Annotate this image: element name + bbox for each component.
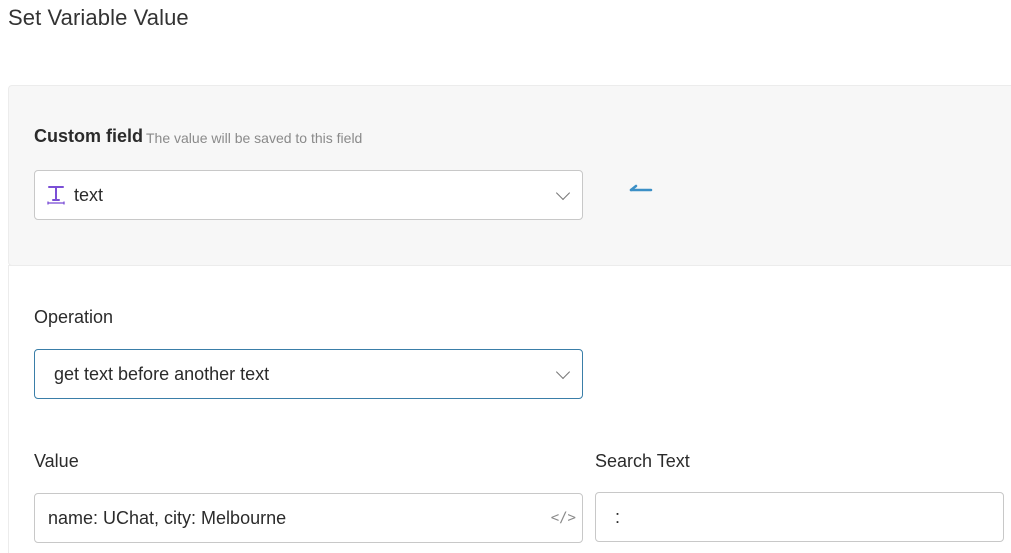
value-input-text: name: UChat, city: Melbourne <box>48 507 287 528</box>
value-label: Value <box>34 451 79 471</box>
custom-field-hint: The value will be saved to this field <box>146 130 363 146</box>
text-type-icon <box>47 185 65 205</box>
operation-selected: get text before another text <box>54 363 270 384</box>
custom-field-label: Custom field <box>34 126 144 146</box>
chevron-down-icon <box>555 185 571 201</box>
search-text-input[interactable]: : <box>595 492 1004 542</box>
value-input[interactable]: name: UChat, city: Melbourne </> <box>34 493 583 543</box>
custom-field-selected: text <box>74 184 104 205</box>
page: Set Variable Value Custom field The valu… <box>0 0 1011 553</box>
custom-field-select[interactable]: text <box>34 170 583 220</box>
arrow-left-icon <box>628 181 653 197</box>
code-icon[interactable]: </> <box>551 510 576 526</box>
chevron-down-icon <box>555 364 571 380</box>
page-title: Set Variable Value <box>8 5 189 30</box>
operation-select[interactable]: get text before another text <box>34 349 583 399</box>
operation-label: Operation <box>34 307 114 327</box>
search-text-label: Search Text <box>595 451 690 471</box>
search-text-input-text: : <box>615 506 621 527</box>
